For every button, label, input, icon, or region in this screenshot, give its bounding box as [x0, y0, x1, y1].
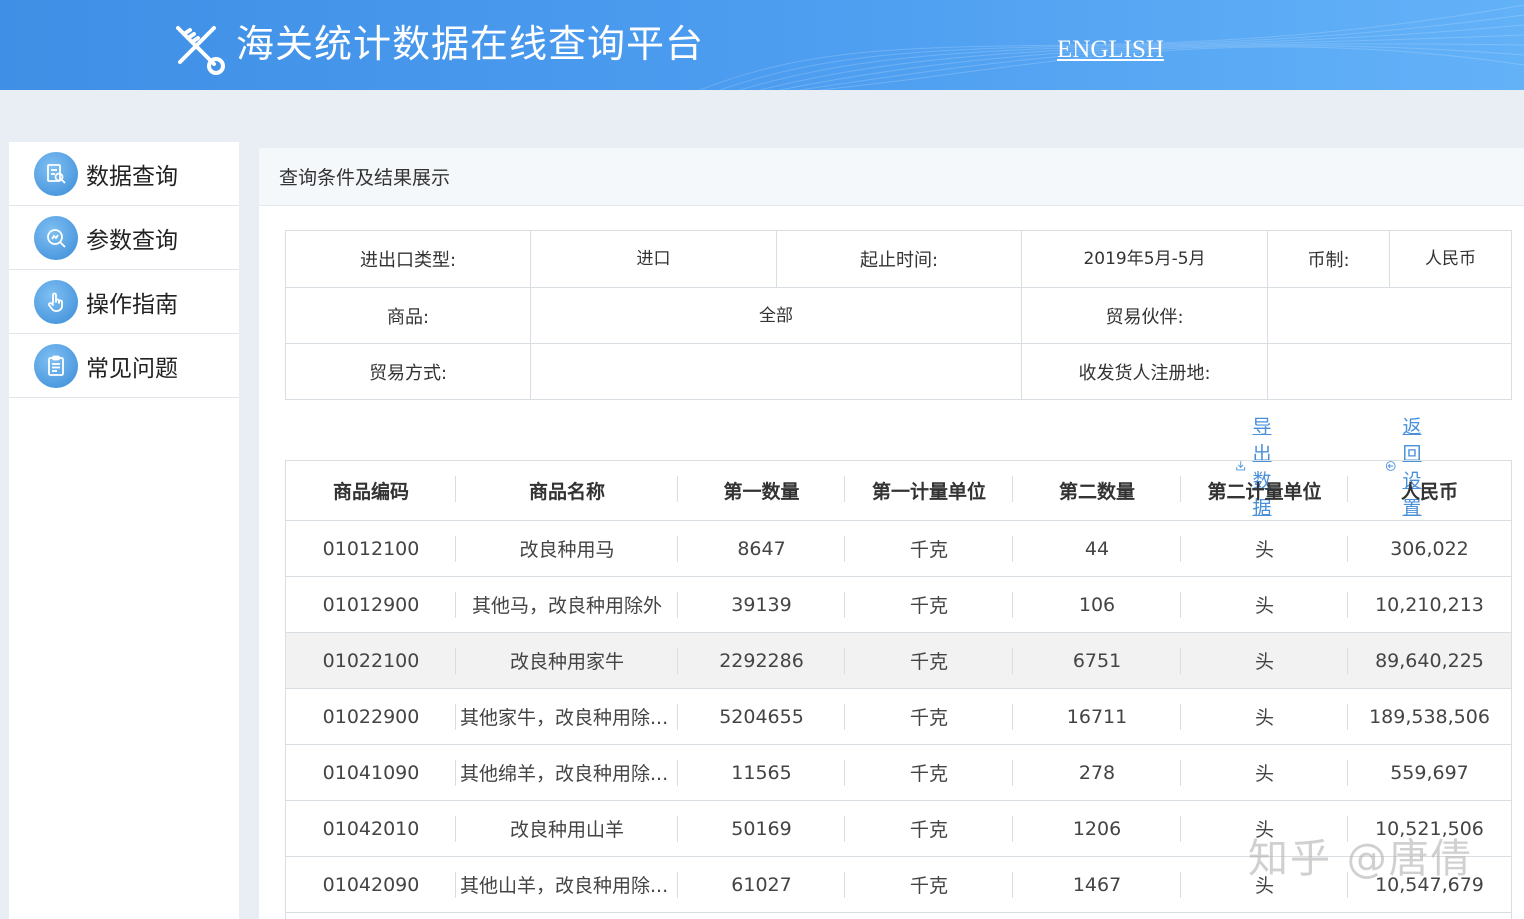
- sidebar-item-label: 操作指南: [86, 291, 178, 318]
- cell-name: 改良种用家牛: [456, 633, 678, 688]
- cell-qty1: 61027: [678, 857, 845, 912]
- table-row[interactable]: 01041090 其他绵羊，改良种用除... 11565 千克 278 头 55…: [286, 745, 1511, 801]
- column-header-name[interactable]: 商品名称: [456, 461, 678, 520]
- data-search-icon: [34, 151, 78, 196]
- cell-code: 01042090: [286, 857, 456, 912]
- currency-label: 币制:: [1268, 231, 1390, 288]
- cell-code: 01041090: [286, 745, 456, 800]
- cell-code: 01022900: [286, 689, 456, 744]
- trade-mode-label: 贸易方式:: [286, 344, 531, 399]
- cell-name: 其他绵羊，改良种用除...: [456, 745, 678, 800]
- cell-rmb: 306,022: [1390, 537, 1469, 560]
- table-row[interactable]: 01012100 改良种用马 8647 千克 44 头 306,022: [286, 521, 1511, 577]
- customs-key-logo-icon: [170, 18, 228, 76]
- trade-type-value: 进口: [531, 231, 777, 288]
- cell-unit2: 头: [1181, 577, 1348, 632]
- cell-unit1: 千克: [845, 801, 1013, 856]
- trade-mode-value: [531, 344, 1022, 399]
- cell-code: 01042010: [286, 801, 456, 856]
- watermark: 知乎 @唐倩: [1248, 836, 1473, 882]
- site-title: 海关统计数据在线查询平台: [236, 22, 705, 66]
- cell-name: 其他山羊，改良种用除...: [456, 857, 678, 912]
- table-row[interactable]: 01022900 其他家牛，改良种用除... 5204655 千克 16711 …: [286, 689, 1511, 745]
- cell-qty1: 5204655: [678, 689, 845, 744]
- cell-code: 01012100: [286, 521, 456, 576]
- goods-label: 商品:: [286, 288, 531, 344]
- param-search-icon: [34, 215, 78, 260]
- cell-qty1: 8647: [678, 521, 845, 576]
- cell-name: 改良种用马: [456, 521, 678, 576]
- cell-unit1: 千克: [845, 857, 1013, 912]
- period-label: 起止时间:: [777, 231, 1022, 288]
- cell-qty1: 50169: [678, 801, 845, 856]
- partner-label: 贸易伙伴:: [1022, 288, 1268, 344]
- column-header-unit1[interactable]: 第一计量单位: [845, 461, 1013, 520]
- cell-qty2: 6751: [1013, 633, 1181, 688]
- cell-rmb: 189,538,506: [1369, 705, 1490, 728]
- sidebar: 数据查询 参数查询 操作指南 常见问题: [9, 142, 239, 919]
- cell-qty2: 44: [1013, 521, 1181, 576]
- region-value: [1268, 344, 1511, 399]
- cell-qty1: 11565: [678, 745, 845, 800]
- region-label: 收发货人注册地:: [1022, 344, 1268, 399]
- cell-unit1: 千克: [845, 745, 1013, 800]
- cell-name: 改良种用山羊: [456, 801, 678, 856]
- cell-unit1: 千克: [845, 689, 1013, 744]
- cell-unit2: 头: [1181, 633, 1348, 688]
- sidebar-item-guide[interactable]: 操作指南: [9, 270, 239, 334]
- column-header-code[interactable]: 商品编码: [286, 461, 456, 520]
- header-wave-decoration: [699, 4, 1524, 90]
- period-value: 2019年5月-5月: [1022, 231, 1268, 288]
- cell-rmb: 89,640,225: [1375, 649, 1484, 672]
- table-header-row: 商品编码 商品名称 第一数量 第一计量单位 第二数量 第二计量单位 人民币: [286, 461, 1511, 521]
- english-link[interactable]: ENGLISH: [1057, 36, 1164, 64]
- query-conditions-table: 进出口类型: 进口 起止时间: 2019年5月-5月 币制: 人民币 商品: 全…: [285, 230, 1512, 400]
- cell-unit1: 千克: [845, 521, 1013, 576]
- sidebar-item-label: 参数查询: [86, 227, 178, 254]
- cell-name: 其他马，改良种用除外: [456, 577, 678, 632]
- cell-rmb: 10,210,213: [1375, 593, 1484, 616]
- trade-type-label: 进出口类型:: [286, 231, 531, 288]
- cell-code: 01012900: [286, 577, 456, 632]
- cell-name: 其他家牛，改良种用除...: [456, 689, 678, 744]
- cell-unit2: 头: [1181, 745, 1348, 800]
- cell-qty2: 278: [1013, 745, 1181, 800]
- sidebar-item-data-query[interactable]: 数据查询: [9, 142, 239, 206]
- partner-value: [1268, 288, 1511, 344]
- sidebar-item-label: 数据查询: [86, 163, 178, 190]
- cell-qty1: 2292286: [678, 633, 845, 688]
- panel-header: 查询条件及结果展示: [259, 148, 1524, 206]
- sidebar-item-label: 常见问题: [86, 355, 178, 382]
- panel-title: 查询条件及结果展示: [279, 167, 451, 189]
- currency-value: 人民币: [1390, 231, 1511, 288]
- cell-code: 01022100: [286, 633, 456, 688]
- table-row[interactable]: 01012900 其他马，改良种用除外 39139 千克 106 头 10,21…: [286, 577, 1511, 633]
- column-header-qty1[interactable]: 第一数量: [678, 461, 845, 520]
- sidebar-item-param-query[interactable]: 参数查询: [9, 206, 239, 270]
- column-header-rmb[interactable]: 人民币: [1348, 461, 1511, 520]
- cell-qty2: 1206: [1013, 801, 1181, 856]
- goods-value: 全部: [531, 288, 1022, 344]
- cell-rmb: 559,697: [1390, 761, 1469, 784]
- cell-unit1: 千克: [845, 633, 1013, 688]
- cell-qty2: 16711: [1013, 689, 1181, 744]
- cell-unit2: 头: [1181, 689, 1348, 744]
- cell-qty2: 1467: [1013, 857, 1181, 912]
- cell-unit2: 头: [1181, 521, 1348, 576]
- clipboard-icon: [34, 343, 78, 388]
- cell-qty1: 39139: [678, 577, 845, 632]
- cell-unit1: 千克: [845, 577, 1013, 632]
- sidebar-item-faq[interactable]: 常见问题: [9, 334, 239, 398]
- site-header: 海关统计数据在线查询平台 ENGLISH: [0, 0, 1524, 90]
- column-header-unit2[interactable]: 第二计量单位: [1181, 461, 1348, 520]
- results-panel: 查询条件及结果展示 进出口类型: 进口 起止时间: 2019年5月-5月 币制:…: [259, 148, 1524, 919]
- column-header-qty2[interactable]: 第二数量: [1013, 461, 1181, 520]
- cell-qty2: 106: [1013, 577, 1181, 632]
- hand-pointer-icon: [34, 279, 78, 324]
- table-row[interactable]: 01022100 改良种用家牛 2292286 千克 6751 头 89,640…: [286, 633, 1511, 689]
